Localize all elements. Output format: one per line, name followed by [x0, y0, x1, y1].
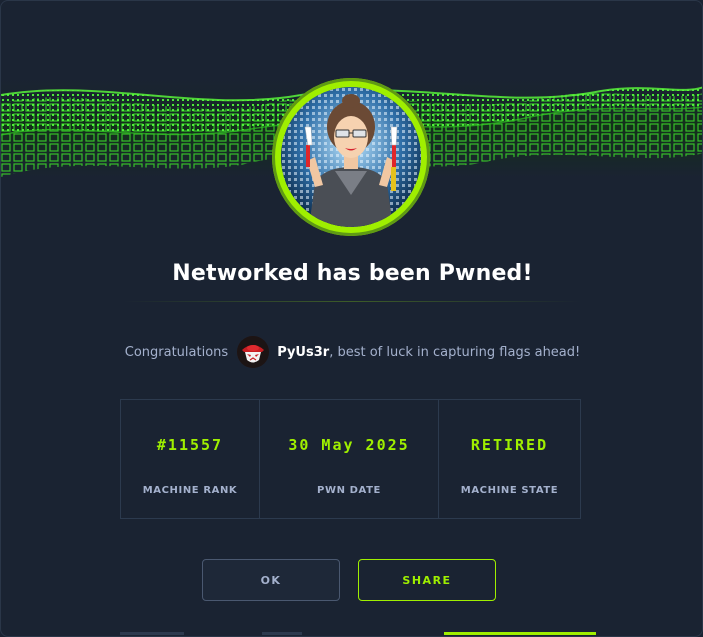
- title-divider: [123, 301, 581, 302]
- red-hacker-mask-icon: [237, 336, 270, 368]
- ok-button[interactable]: OK: [202, 559, 340, 601]
- share-button[interactable]: SHARE: [358, 559, 496, 601]
- woman-with-cables-icon: [281, 87, 421, 227]
- pwn-date-value: 30 May 2025: [288, 436, 410, 454]
- machine-rank-value: #11557: [156, 436, 224, 454]
- background-text-peek: [262, 632, 302, 635]
- pwned-dialog: Networked has been Pwned! Congratulation…: [0, 0, 703, 637]
- stats-panel: #11557 MACHINE RANK 30 May 2025 PWN DATE…: [120, 399, 581, 519]
- machine-state-value: RETIRED: [470, 436, 549, 454]
- stat-pwn-date: 30 May 2025 PWN DATE: [260, 400, 439, 518]
- machine-avatar: [272, 78, 430, 236]
- stat-machine-state: RETIRED MACHINE STATE: [439, 400, 580, 518]
- username: PyUs3r: [277, 344, 330, 360]
- background-text-peek: [120, 632, 184, 635]
- stat-machine-rank: #11557 MACHINE RANK: [121, 400, 260, 518]
- pwn-date-label: PWN DATE: [317, 485, 381, 496]
- machine-rank-label: MACHINE RANK: [142, 485, 238, 496]
- congrats-prefix: Congratulations: [124, 344, 229, 360]
- dialog-title: Networked has been Pwned!: [172, 261, 533, 286]
- congratulations-message: Congratulations PyUs3r , best of luck in…: [1, 335, 702, 369]
- background-button-peek: [444, 632, 596, 635]
- machine-state-label: MACHINE STATE: [460, 485, 559, 496]
- congrats-suffix: , best of luck in capturing flags ahead!: [329, 344, 581, 360]
